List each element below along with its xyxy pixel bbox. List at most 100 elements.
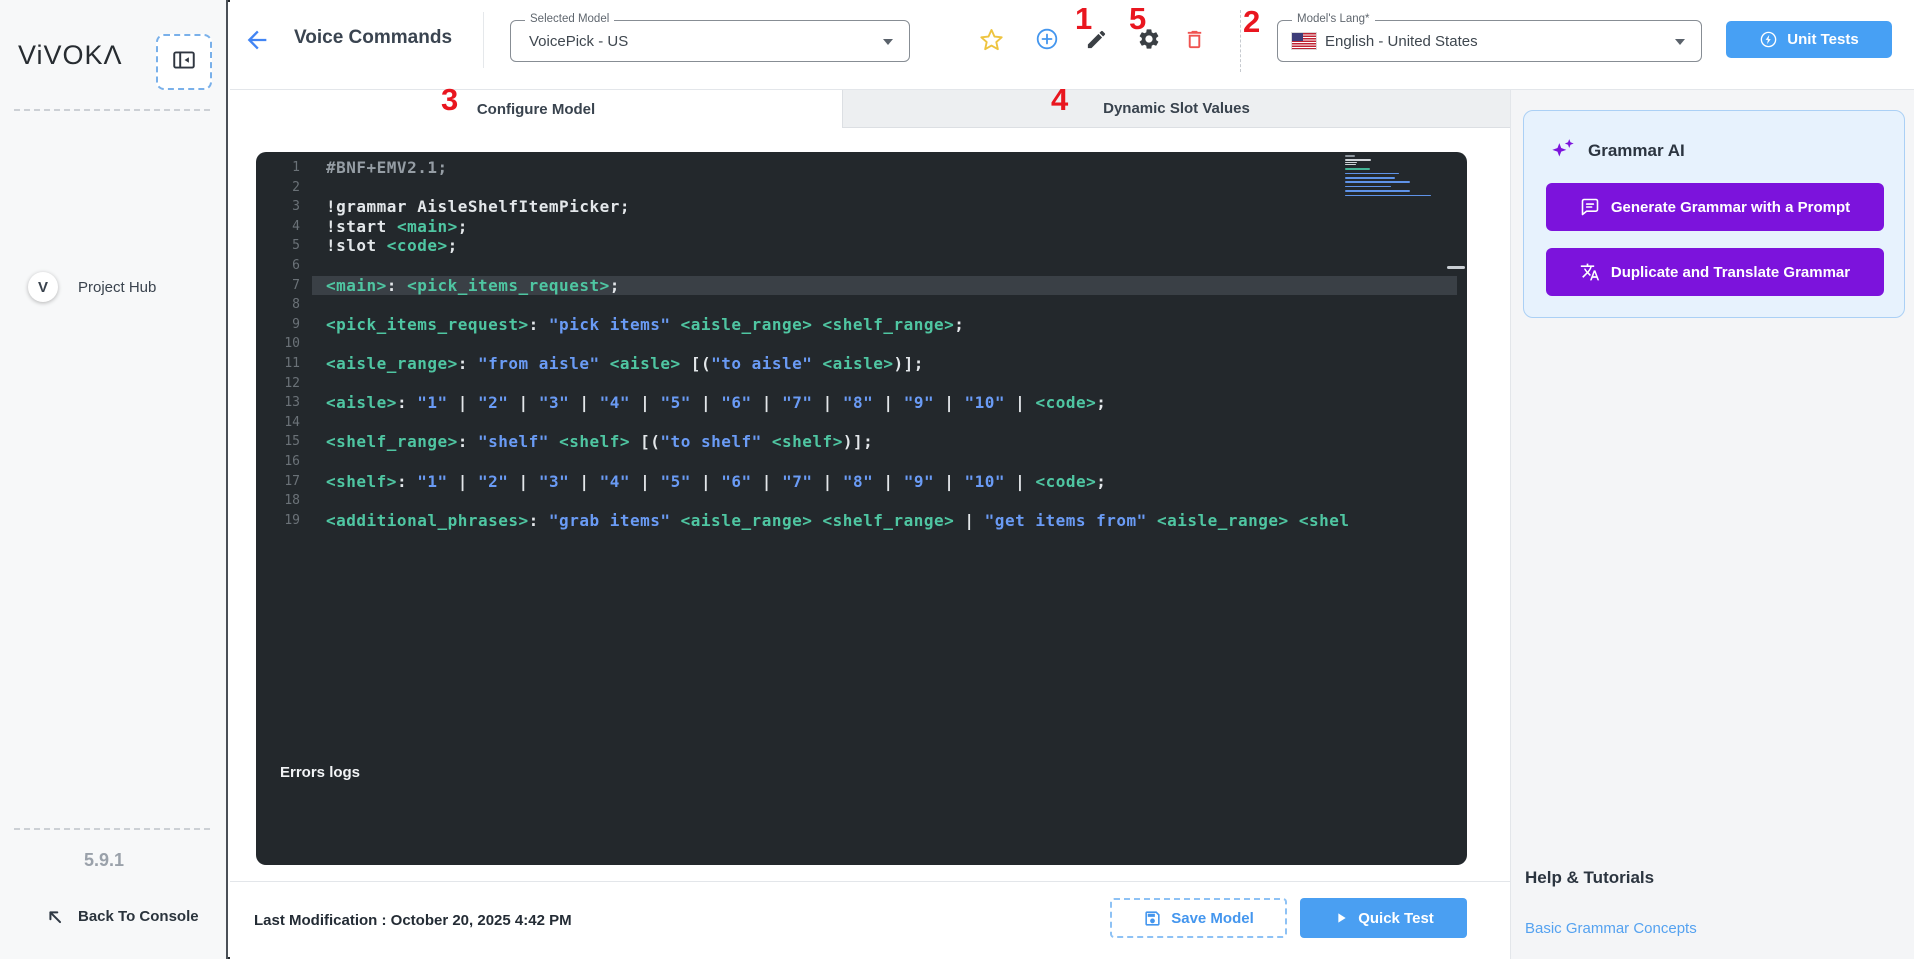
code-line: !grammar AisleShelfItemPicker; (326, 197, 630, 217)
unit-tests-label: Unit Tests (1787, 31, 1859, 48)
add-circle-icon[interactable] (1034, 26, 1060, 52)
last-modification-label: Last Modification : October 20, 2025 4:4… (254, 912, 572, 929)
ai-sparkles-icon (1550, 135, 1578, 168)
back-to-console-button[interactable]: Back To Console (0, 898, 228, 938)
page-header: Voice Commands Selected Model VoicePick … (230, 0, 1914, 90)
quick-test-label: Quick Test (1358, 909, 1434, 927)
models-lang-select[interactable]: Model's Lang* English - United States (1277, 13, 1702, 62)
minimap-line (1345, 177, 1396, 179)
minimap-line (1345, 161, 1357, 164)
minimap-line (1345, 159, 1371, 161)
page-title: Voice Commands (294, 27, 453, 48)
editor-code-area[interactable]: #BNF+EMV2.1; !grammar AisleShelfItemPicke… (312, 158, 1457, 530)
minimap-line (1345, 172, 1399, 175)
duplicate-translate-label: Duplicate and Translate Grammar (1610, 263, 1851, 281)
tab-configure-model[interactable]: Configure Model (230, 90, 842, 128)
editor-footer-bar: Last Modification : October 20, 2025 4:4… (230, 881, 1510, 959)
message-square-icon (1580, 197, 1600, 217)
save-model-label: Save Model (1171, 909, 1254, 927)
generate-grammar-label: Generate Grammar with a Prompt (1610, 198, 1851, 216)
help-tutorials-title: Help & Tutorials (1525, 868, 1655, 887)
version-label: 5.9.1 (84, 850, 125, 870)
app-window: ViVOKΛ V Project Hub Background Tasks 5.… (0, 0, 1914, 959)
annotation-number-2: 2 (1243, 4, 1261, 39)
sidebar-divider-top (14, 109, 210, 111)
vivoka-logo: ViVOKΛ (18, 40, 123, 70)
tab-configure-model-label: Configure Model (476, 100, 596, 118)
main-content: Configure Model Dynamic Slot Values 1234… (230, 90, 1510, 959)
sidebar-item-background-tasks[interactable]: Background Tasks (0, 760, 228, 816)
models-lang-label: Model's Lang* (1292, 13, 1375, 25)
code-editor[interactable]: 1 2 3 4 5 6 7 8 9 10 11 12 13 14 15 16 17 18 19 #BNF+EMV2.… (256, 152, 1467, 865)
delete-trash-icon[interactable] (1181, 26, 1207, 52)
code-line: <additional_phrases>: "grab items" <aisl… (326, 510, 1350, 530)
sidebar-item-project-hub[interactable]: V Project Hub (0, 132, 228, 302)
code-line: !slot <code>; (326, 236, 458, 256)
sidebar-divider-bottom (14, 828, 210, 830)
selected-model-value: VoicePick - US (529, 32, 629, 50)
us-flag-icon (1292, 32, 1316, 50)
collapse-panel-icon (171, 47, 197, 78)
header-divider (483, 12, 484, 68)
minimap-line (1345, 194, 1431, 197)
selected-model-select[interactable]: Selected Model VoicePick - US (510, 13, 910, 62)
tab-dynamic-slot-values[interactable]: Dynamic Slot Values (842, 90, 1510, 128)
project-hub-label: Project Hub (78, 279, 157, 296)
back-to-console-label: Back To Console (78, 908, 199, 925)
unit-tests-button[interactable]: Unit Tests (1726, 21, 1892, 58)
minimap-line (1345, 163, 1357, 166)
project-hub-badge-icon: V (28, 272, 58, 302)
code-line: !start <main>; (326, 216, 468, 236)
arrow-up-left-icon (44, 906, 66, 933)
right-sidebar: Grammar AI Generate Grammar with a Promp… (1510, 90, 1914, 959)
editor-line-numbers: 1 2 3 4 5 6 7 8 9 10 11 12 13 14 15 16 17 18 19 (284, 160, 300, 528)
translate-icon (1580, 262, 1600, 282)
left-sidebar: ViVOKΛ V Project Hub Background Tasks 5.… (0, 0, 228, 959)
basic-grammar-concepts-link[interactable]: Basic Grammar Concepts (1525, 920, 1697, 937)
minimap-line (1345, 190, 1411, 192)
editor-scrollbar-thumb[interactable] (1447, 266, 1465, 269)
editor-minimap[interactable] (1345, 155, 1449, 205)
errors-logs-label: Errors logs (280, 764, 361, 781)
generate-grammar-button[interactable]: Generate Grammar with a Prompt (1546, 183, 1884, 231)
code-line: <aisle>: "1" | "2" | "3" | "4" | "5" | "… (326, 393, 1107, 413)
minimap-line (1345, 155, 1356, 157)
chevron-down-icon (883, 39, 893, 45)
code-line: <shelf_range>: "shelf" <shelf> [("to she… (326, 432, 874, 452)
header-dashed-divider (1240, 10, 1241, 72)
minimap-line (1345, 168, 1370, 170)
quick-test-button[interactable]: Quick Test (1300, 898, 1467, 938)
code-line: <shelf>: "1" | "2" | "3" | "4" | "5" | "… (326, 471, 1107, 491)
code-line: <aisle_range>: "from aisle" <aisle> [("t… (326, 353, 924, 373)
save-model-button[interactable]: Save Model (1110, 898, 1287, 938)
annotation-number-4: 4 (1051, 82, 1069, 117)
models-lang-value: English - United States (1325, 32, 1478, 50)
grammar-ai-panel: Grammar AI Generate Grammar with a Promp… (1523, 110, 1905, 318)
chevron-down-icon (1675, 39, 1685, 45)
sidebar-collapse-button[interactable] (156, 34, 212, 90)
code-line: #BNF+EMV2.1; (326, 158, 448, 177)
selected-model-label: Selected Model (525, 13, 615, 25)
back-button[interactable] (243, 26, 271, 59)
lightning-circle-icon (1759, 30, 1778, 49)
minimap-line (1345, 185, 1391, 188)
minimap-line (1345, 181, 1411, 183)
code-line: <main>: <pick_items_request>; (312, 275, 1457, 296)
favorite-star-icon[interactable] (978, 26, 1004, 52)
save-floppy-icon (1143, 909, 1162, 928)
grammar-ai-title: Grammar AI (1588, 141, 1685, 160)
duplicate-translate-button[interactable]: Duplicate and Translate Grammar (1546, 248, 1884, 296)
tab-dynamic-slot-values-label: Dynamic Slot Values (1103, 100, 1250, 117)
annotation-number-1: 1 (1075, 1, 1093, 36)
code-line: <pick_items_request>: "pick items" <aisl… (326, 314, 965, 334)
annotation-number-5: 5 (1129, 1, 1147, 36)
annotation-number-3: 3 (441, 82, 459, 117)
